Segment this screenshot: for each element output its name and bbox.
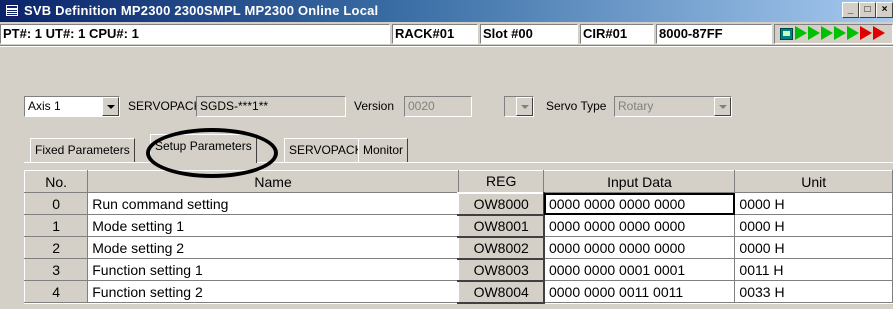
register-button[interactable]: OW8000 (457, 191, 545, 216)
version-label: Version (354, 99, 395, 113)
table-row: 4 Function setting 2 OW8004 0000 0000 00… (23, 279, 893, 304)
header-reg[interactable]: REG (457, 170, 545, 193)
header-name[interactable]: Name (87, 170, 459, 193)
version-select (504, 96, 534, 117)
header-unit[interactable]: Unit (734, 170, 893, 193)
table-row: 1 Mode setting 1 OW8001 0000 0000 0000 0… (23, 213, 893, 238)
parameter-name: Function setting 2 (87, 280, 459, 303)
window-title: SVB Definition MP2300 2300SMPL MP2300 On… (24, 3, 379, 18)
input-data-cell[interactable]: 0000 0000 0000 0000 (543, 192, 736, 215)
title-bar[interactable]: SVB Definition MP2300 2300SMPL MP2300 On… (0, 0, 893, 22)
unit-cell: 0033 H (734, 280, 893, 303)
register-button[interactable]: OW8003 (457, 257, 545, 282)
parameter-name: Mode setting 2 (87, 236, 459, 259)
parameter-name: Mode setting 1 (87, 214, 459, 237)
slot-label: Slot #00 (480, 24, 578, 44)
window-icon (5, 4, 19, 17)
setup-parameters-table: No. Name REG Input Data Unit 0 Run comma… (23, 170, 893, 304)
input-data-cell[interactable]: 0000 0000 0000 0000 (543, 214, 736, 237)
chevron-down-icon (516, 97, 533, 116)
servopack-label: SERVOPACK (128, 99, 202, 113)
chevron-down-icon (714, 97, 731, 116)
chevron-down-icon[interactable] (102, 97, 119, 116)
minimize-button[interactable]: _ (842, 2, 859, 18)
header-input-data[interactable]: Input Data (543, 170, 736, 193)
row-number: 2 (23, 236, 89, 259)
table-row: 3 Function setting 1 OW8003 0000 0000 00… (23, 257, 893, 282)
servopack-model: SGDS-***1** (196, 96, 346, 117)
svb-definition-window: SVB Definition MP2300 2300SMPL MP2300 On… (0, 0, 893, 309)
axis-select[interactable]: Axis 1 (24, 96, 120, 117)
close-button[interactable]: × (876, 2, 893, 18)
table-row: 0 Run command setting OW8000 0000 0000 0… (23, 191, 893, 216)
parameter-name: Function setting 1 (87, 258, 459, 281)
servo-type-label: Servo Type (546, 99, 607, 113)
row-number: 3 (23, 258, 89, 281)
pt-ut-cpu-label: PT#: 1 UT#: 1 CPU#: 1 (0, 24, 390, 44)
register-button[interactable]: OW8004 (457, 279, 545, 304)
row-number: 0 (23, 192, 89, 215)
cir-label: CIR#01 (580, 24, 654, 44)
tab-servopack[interactable]: SERVOPACK (284, 138, 368, 162)
parameter-name: Run command setting (87, 192, 459, 215)
maximize-button[interactable]: □ (859, 2, 876, 18)
input-data-cell[interactable]: 0000 0000 0000 0000 (543, 236, 736, 259)
servo-type-value: Rotary (618, 99, 654, 113)
input-data-cell[interactable]: 0000 0000 0011 0011 (543, 280, 736, 303)
servo-type-select: Rotary (614, 96, 732, 117)
communication-status (774, 24, 893, 44)
tab-setup-parameters[interactable]: Setup Parameters (150, 134, 257, 163)
register-button[interactable]: OW8002 (457, 235, 545, 260)
version-value: 0020 (404, 96, 472, 117)
axis-select-value: Axis 1 (28, 99, 61, 113)
row-number: 4 (23, 280, 89, 303)
table-header-row: No. Name REG Input Data Unit (23, 170, 893, 193)
status-arrows-icon (795, 26, 886, 40)
unit-cell: 0011 H (734, 258, 893, 281)
unit-cell: 0000 H (734, 236, 893, 259)
register-button[interactable]: OW8001 (457, 213, 545, 238)
table-row: 2 Mode setting 2 OW8002 0000 0000 0000 0… (23, 235, 893, 260)
input-data-cell[interactable]: 0000 0000 0001 0001 (543, 258, 736, 281)
pc-status-icon (780, 28, 793, 40)
row-number: 1 (23, 214, 89, 237)
tab-monitor[interactable]: Monitor (358, 138, 409, 162)
rack-label: RACK#01 (392, 24, 478, 44)
tab-fixed-parameters[interactable]: Fixed Parameters (30, 138, 135, 162)
unit-cell: 0000 H (734, 192, 893, 215)
unit-cell: 0000 H (734, 214, 893, 237)
address-range-label: 8000-87FF (656, 24, 772, 44)
info-bar: PT#: 1 UT#: 1 CPU#: 1 RACK#01 Slot #00 C… (0, 22, 893, 46)
header-no[interactable]: No. (23, 170, 89, 193)
